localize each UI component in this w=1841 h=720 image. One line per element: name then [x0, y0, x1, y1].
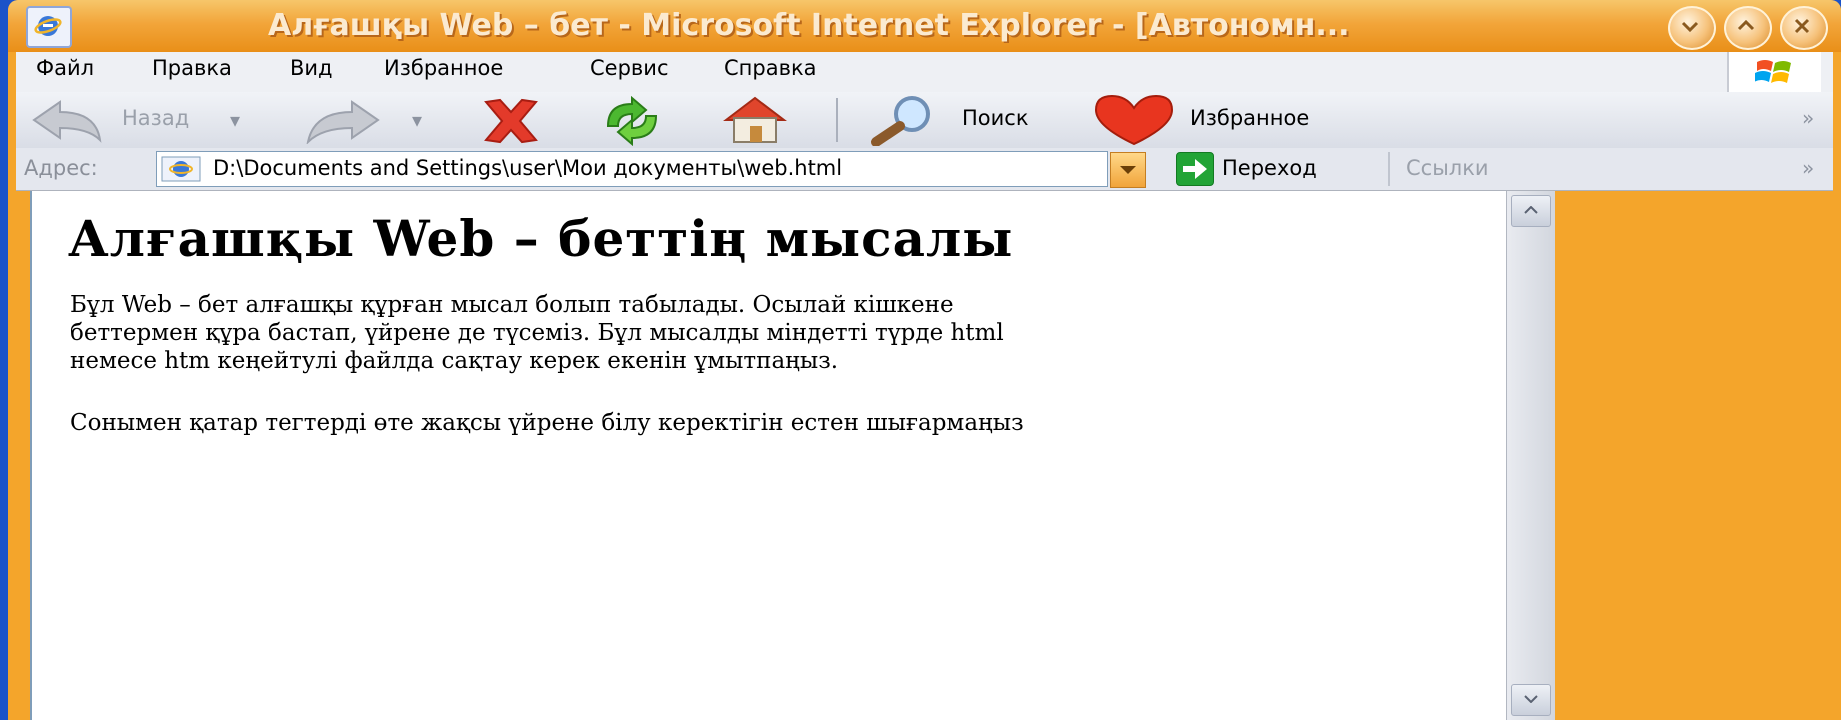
vertical-scrollbar[interactable]	[1506, 191, 1555, 720]
windows-logo-icon	[1727, 52, 1821, 92]
toolbar-separator	[836, 98, 838, 142]
chevron-up-icon	[1524, 206, 1538, 214]
menu-bar: Файл Правка Вид Избранное Сервис Справка	[16, 52, 1833, 93]
go-button[interactable]	[1176, 152, 1214, 186]
page-paragraph-1: Бұл Web – бет алғашқы құрған мысал болып…	[70, 291, 1490, 375]
page-paragraph-2: Сонымен қатар тегтерді өте жақсы үйрене …	[70, 410, 1024, 436]
favorites-heart-icon	[1094, 94, 1174, 146]
menu-file[interactable]: Файл	[36, 56, 94, 80]
favorites-button[interactable]: Избранное	[1088, 92, 1368, 148]
forward-dropdown-icon[interactable]: ▾	[412, 108, 422, 132]
address-label: Адрес:	[24, 156, 98, 180]
scroll-down-button[interactable]	[1511, 684, 1551, 716]
search-button[interactable]: Поиск	[856, 92, 1066, 148]
chevron-down-icon	[1524, 695, 1538, 703]
page-heading: Алғашқы Web – беттің мысалы	[68, 209, 1014, 268]
favorites-label: Избранное	[1190, 106, 1310, 130]
paragraph-line: беттермен құра бастап, үйрене де түсеміз…	[70, 320, 1004, 346]
ie-logo-icon	[26, 6, 72, 48]
links-more-chevron[interactable]: »	[1802, 156, 1814, 180]
browser-window: Алғашқы Web – бет - Microsoft Internet E…	[8, 0, 1841, 720]
maximize-icon[interactable]	[1724, 6, 1772, 50]
address-value: D:\Documents and Settings\user\Мои докум…	[213, 156, 843, 180]
search-label: Поиск	[962, 106, 1029, 130]
chevron-down-icon	[1120, 166, 1136, 174]
menu-favorites[interactable]: Избранное	[384, 56, 503, 80]
menu-tools[interactable]: Сервис	[590, 56, 668, 80]
title-bar[interactable]: Алғашқы Web – бет - Microsoft Internet E…	[8, 0, 1841, 52]
address-dropdown-button[interactable]	[1110, 152, 1146, 188]
home-button[interactable]	[716, 92, 796, 148]
go-arrow-icon	[1183, 159, 1207, 179]
refresh-button[interactable]	[600, 92, 670, 148]
paragraph-line: немесе htm кеңейтулі файлда сақтау керек…	[70, 348, 839, 374]
page-content: Алғашқы Web – беттің мысалы Бұл Web – бе…	[30, 191, 1508, 720]
window-title: Алғашқы Web – бет - Microsoft Internet E…	[268, 8, 1350, 43]
back-dropdown-icon[interactable]: ▾	[230, 108, 240, 132]
home-icon	[723, 96, 787, 143]
search-icon	[871, 96, 930, 146]
stop-icon	[484, 98, 538, 144]
standard-toolbar: Назад ▾ ▾ Поиск Избранное »	[16, 92, 1833, 149]
menu-edit[interactable]: Правка	[152, 56, 232, 80]
stop-button[interactable]	[476, 92, 546, 148]
page-icon	[161, 156, 201, 182]
menu-view[interactable]: Вид	[290, 56, 333, 80]
scroll-up-button[interactable]	[1511, 195, 1551, 227]
forward-button[interactable]: ▾	[296, 92, 446, 148]
forward-arrow-icon	[306, 100, 380, 144]
links-button[interactable]: Ссылки	[1406, 156, 1489, 180]
address-bar: Адрес: D:\Documents and Settings\user\Мо…	[16, 148, 1833, 191]
paragraph-line: Бұл Web – бет алғашқы құрған мысал болып…	[70, 292, 954, 318]
back-label: Назад	[122, 106, 190, 130]
minimize-icon[interactable]	[1668, 6, 1716, 50]
links-separator	[1388, 152, 1390, 186]
menu-help[interactable]: Справка	[724, 56, 817, 80]
back-button[interactable]: Назад ▾	[30, 92, 270, 148]
back-arrow-icon	[32, 100, 102, 143]
toolbar-more-chevron[interactable]: »	[1802, 106, 1814, 130]
go-label[interactable]: Переход	[1222, 156, 1317, 180]
refresh-icon	[606, 96, 658, 146]
close-icon[interactable]	[1780, 6, 1828, 50]
address-input[interactable]: D:\Documents and Settings\user\Мои докум…	[156, 151, 1108, 187]
